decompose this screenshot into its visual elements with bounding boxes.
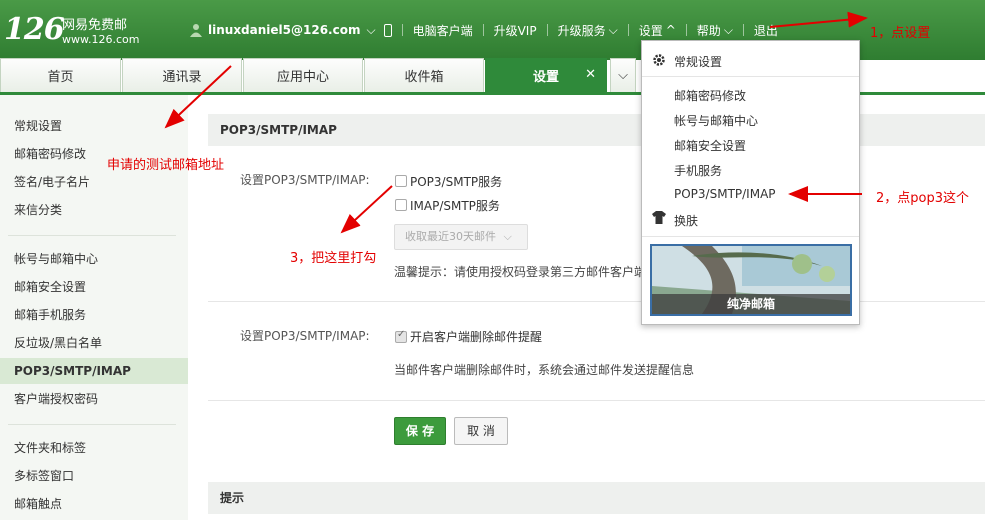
annotation-step1: 1，点设置 xyxy=(870,26,931,41)
annotation-step2: 2，点pop3这个 xyxy=(876,191,969,206)
arrow-to-email xyxy=(164,65,232,129)
annotation-arrows xyxy=(164,11,868,234)
annotation-email: 申请的测试邮箱地址 xyxy=(107,158,225,173)
arrow-to-checkbox xyxy=(340,185,393,234)
annotation-step3: 3，把这里打勾 xyxy=(290,251,377,266)
arrow-to-settings xyxy=(769,11,868,28)
